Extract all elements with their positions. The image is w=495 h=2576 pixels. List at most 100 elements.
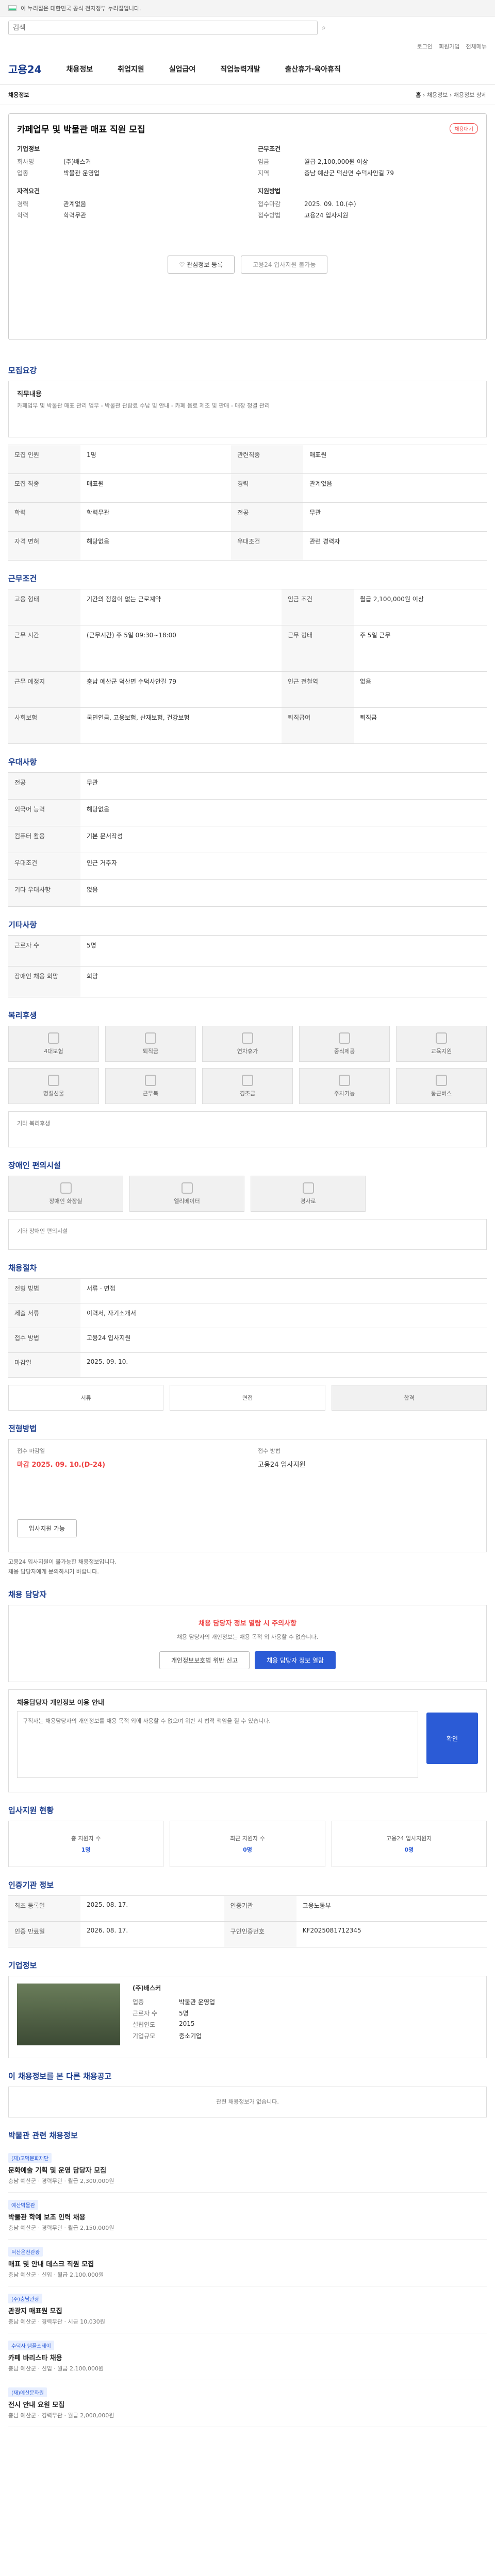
facility-tile: 경사로 (251, 1176, 366, 1212)
welfare-icon (339, 1075, 350, 1086)
recruit-table: 모집 인원 1명 관련직종 매표원 모집 직종 매표원 경력 관계없음 학력 학력무관 전공 무관… (8, 445, 487, 561)
list-item[interactable]: 수덕사 템플스테이 카페 바리스타 채용 충남 예산군 · 신입 · 월급 2,10… (8, 2333, 487, 2381)
process-table: 전형 방법 서류 · 면접 제출 서류 이력서, 자기소개서 접수 방법 고용24 입… (8, 1278, 487, 1378)
page-footer (0, 2427, 495, 2468)
site-logo[interactable]: 고용24 (8, 61, 42, 76)
status-tile: 고용24 입사지원자 0명 (331, 1821, 487, 1868)
job-summary-card: 카페업무 및 박물관 매표 직원 모집 채용대기 기업정보 회사명 (주)배스커 업… (8, 113, 487, 340)
welfare-grid: 4대보험 퇴직금 연차휴가 중식제공 교육지원 명절선물 근무복 경조금 주차가… (0, 1026, 495, 1104)
flag-icon (8, 5, 16, 11)
apply-button[interactable]: 고용24 입사지원 불가능 (241, 256, 328, 274)
welfare-icon (436, 1075, 447, 1086)
etc-section-title: 기타사항 (8, 920, 37, 929)
signup-link[interactable]: 회원가입 (439, 42, 459, 50)
welfare-icon (436, 1032, 447, 1044)
heart-icon: ♡ (179, 261, 187, 268)
related-empty: 관련 채용정보가 없습니다. (8, 2087, 487, 2118)
company-info: 기업정보 회사명 (주)배스커 업종 박물관 운영업 (17, 145, 100, 177)
breadcrumb: 홈 › 채용정보 › 채용정보 상세 (416, 91, 487, 98)
qualifications: 자격요건 경력 관계없음 학력 학력무관 (17, 188, 87, 219)
nav-item-2[interactable]: 실업급여 (169, 64, 196, 74)
process-steps: 서류 면접 합격 (0, 1385, 495, 1411)
work-conditions: 근무조건 임금 월급 2,100,000원 이상 지역 충남 예산군 덕산면 수덕사… (258, 145, 394, 177)
view-contact-button[interactable]: 채용 담당자 정보 열람 (255, 1651, 336, 1670)
welfare-icon (145, 1075, 156, 1086)
list-item[interactable]: (재)고덕문화재단 문화예술 기획 및 운영 담당자 모집 충남 예산군 · 경력무… (8, 2146, 487, 2193)
preference-table: 전공 무관 외국어 능력 해당없음 컴퓨터 활용 기본 문서작성 우대조건 인근 거주자… (8, 772, 487, 907)
welfare-tile: 4대보험 (8, 1026, 99, 1062)
apply-info: 지원방법 접수마감 2025. 09. 10.(수) 접수방법 고용24 입사지원 (258, 188, 356, 219)
welfare-tile: 중식제공 (299, 1026, 390, 1062)
apply-notes: 고용24 입사지원이 불가능한 채용정보입니다. 채용 담당자에게 문의하시기 바… (8, 1558, 117, 1575)
contact-alert-box: 채용 담당자 정보 열람 시 주의사항 채용 담당자의 개인정보는 채용 목적 … (8, 1605, 487, 1683)
status-grid: 총 지원자 수 1명 최근 지원자 수 0명 고용24 입사지원자 0명 (0, 1821, 495, 1868)
job-description: 직무내용 카페업무 및 박물관 매표 관리 업무 - 박물관 관람료 수납 및 안… (8, 381, 487, 437)
alert-title: 채용 담당자 정보 열람 시 주의사항 (198, 1620, 297, 1628)
search-icon[interactable]: ⌕ (322, 24, 326, 32)
recruit-section-title: 모집요강 (8, 366, 37, 375)
apply-box: 접수 마감일 마감 2025. 09. 10.(D-24) 입사지원 가능 접수 방… (8, 1439, 487, 1552)
welfare-icon (145, 1032, 156, 1044)
welfare-tile: 주차가능 (299, 1068, 390, 1104)
user-links: 로그인 회원가입 전체메뉴 (0, 39, 495, 54)
list-item[interactable]: 예산박물관 박물관 학예 보조 인력 채용 충남 예산군 · 경력무관 · 월급 2… (8, 2193, 487, 2240)
report-button[interactable]: 개인정보보호법 위반 신고 (159, 1651, 250, 1670)
disability-grid: 장애인 화장실 엘리베이터 경사로 (0, 1176, 495, 1212)
welfare-tile: 경조금 (202, 1068, 293, 1104)
related-section-title: 이 채용정보를 본 다른 채용공고 (8, 2072, 112, 2081)
gov-banner: 이 누리집은 대한민국 공식 전자정부 누리집입니다. (0, 0, 495, 16)
breadcrumb-bar: 채용정보 홈 › 채용정보 › 채용정보 상세 (0, 84, 495, 105)
welfare-tile: 퇴직금 (105, 1026, 196, 1062)
login-link[interactable]: 로그인 (417, 42, 433, 50)
nav-item-0[interactable]: 채용정보 (67, 64, 93, 74)
disability-note: 기타 장애인 편의시설 (8, 1219, 487, 1250)
welfare-tile: 근무복 (105, 1068, 196, 1104)
corp-box: (주)배스커 업종 박물관 운영업 근로자 수 5명 설립연도 2015 기업규모 중소… (8, 1976, 487, 2059)
search-input[interactable] (8, 21, 318, 35)
welfare-icon (48, 1032, 59, 1044)
facility-icon (302, 1182, 314, 1194)
all-menu-link[interactable]: 전체메뉴 (466, 42, 487, 50)
nav-item-3[interactable]: 직업능력개발 (220, 64, 260, 74)
job-title: 카페업무 및 박물관 매표 직원 모집 (17, 125, 145, 135)
corp-photo (17, 1984, 120, 2046)
nav-item-4[interactable]: 출산휴가·육아휴직 (285, 64, 341, 74)
deadline-text: 마감 2025. 09. 10.(D-24) (17, 1461, 106, 1469)
facility-tile: 장애인 화장실 (8, 1176, 123, 1212)
others-list: (재)고덕문화재단 문화예술 기획 및 운영 담당자 모집 충남 예산군 · 경력무… (0, 2146, 495, 2428)
favorite-button[interactable]: ♡ 관심정보 등록 (167, 256, 235, 274)
welfare-icon (242, 1075, 253, 1086)
list-item[interactable]: 덕산온천관광 매표 및 안내 데스크 직원 모집 충남 예산군 · 신입 · 월급 … (8, 2240, 487, 2287)
welfare-icon (339, 1032, 350, 1044)
welfare-tile: 명절선물 (8, 1068, 99, 1104)
apply-section-title: 전형방법 (8, 1424, 37, 1433)
status-tile: 최근 지원자 수 0명 (170, 1821, 325, 1868)
section-label: 채용정보 (8, 91, 29, 98)
list-item[interactable]: (주)충남관광 관광지 매표원 모집 충남 예산군 · 경력무관 · 시급 10,0… (8, 2286, 487, 2334)
step-tile: 합격 (331, 1385, 487, 1411)
process-section-title: 채용절차 (8, 1263, 37, 1273)
info-section-title: 인증기관 정보 (8, 1880, 54, 1890)
search-bar: ⌕ (0, 16, 495, 39)
corp-section-title: 기업정보 (8, 1961, 37, 1971)
status-section-title: 입사지원 현황 (8, 1806, 54, 1816)
conditions-section-title: 근무조건 (8, 574, 37, 583)
welfare-section-title: 복리후생 (8, 1011, 37, 1020)
status-tile: 총 지원자 수 1명 (8, 1821, 164, 1868)
apply-possible-button[interactable]: 입사지원 가능 (17, 1519, 77, 1537)
preference-section-title: 우대사항 (8, 757, 37, 767)
welfare-tile: 교육지원 (396, 1026, 487, 1062)
confirm-button[interactable]: 확인 (426, 1713, 478, 1765)
welfare-tile: 통근버스 (396, 1068, 487, 1104)
facility-icon (181, 1182, 193, 1194)
disability-section-title: 장애인 편의시설 (8, 1161, 61, 1170)
main-nav: 고용24 채용정보 취업지원 실업급여 직업능력개발 출산휴가·육아휴직 (0, 54, 495, 84)
facility-icon (60, 1182, 72, 1194)
info-table: 최초 등록일 2025. 08. 17. 인증기관 고용노동부 인증 만료일 2026.… (8, 1895, 487, 1948)
status-badge: 채용대기 (450, 123, 478, 134)
list-item[interactable]: (재)예산문화원 전시 안내 요원 모집 충남 예산군 · 경력무관 · 월급 2,… (8, 2380, 487, 2428)
facility-tile: 엘리베이터 (129, 1176, 244, 1212)
nav-item-1[interactable]: 취업지원 (118, 64, 144, 74)
consent-box: 채용담당자 개인정보 이용 안내 구직자는 채용담당자의 개인정보를 채용 목적 … (8, 1689, 487, 1793)
welfare-icon (242, 1032, 253, 1044)
